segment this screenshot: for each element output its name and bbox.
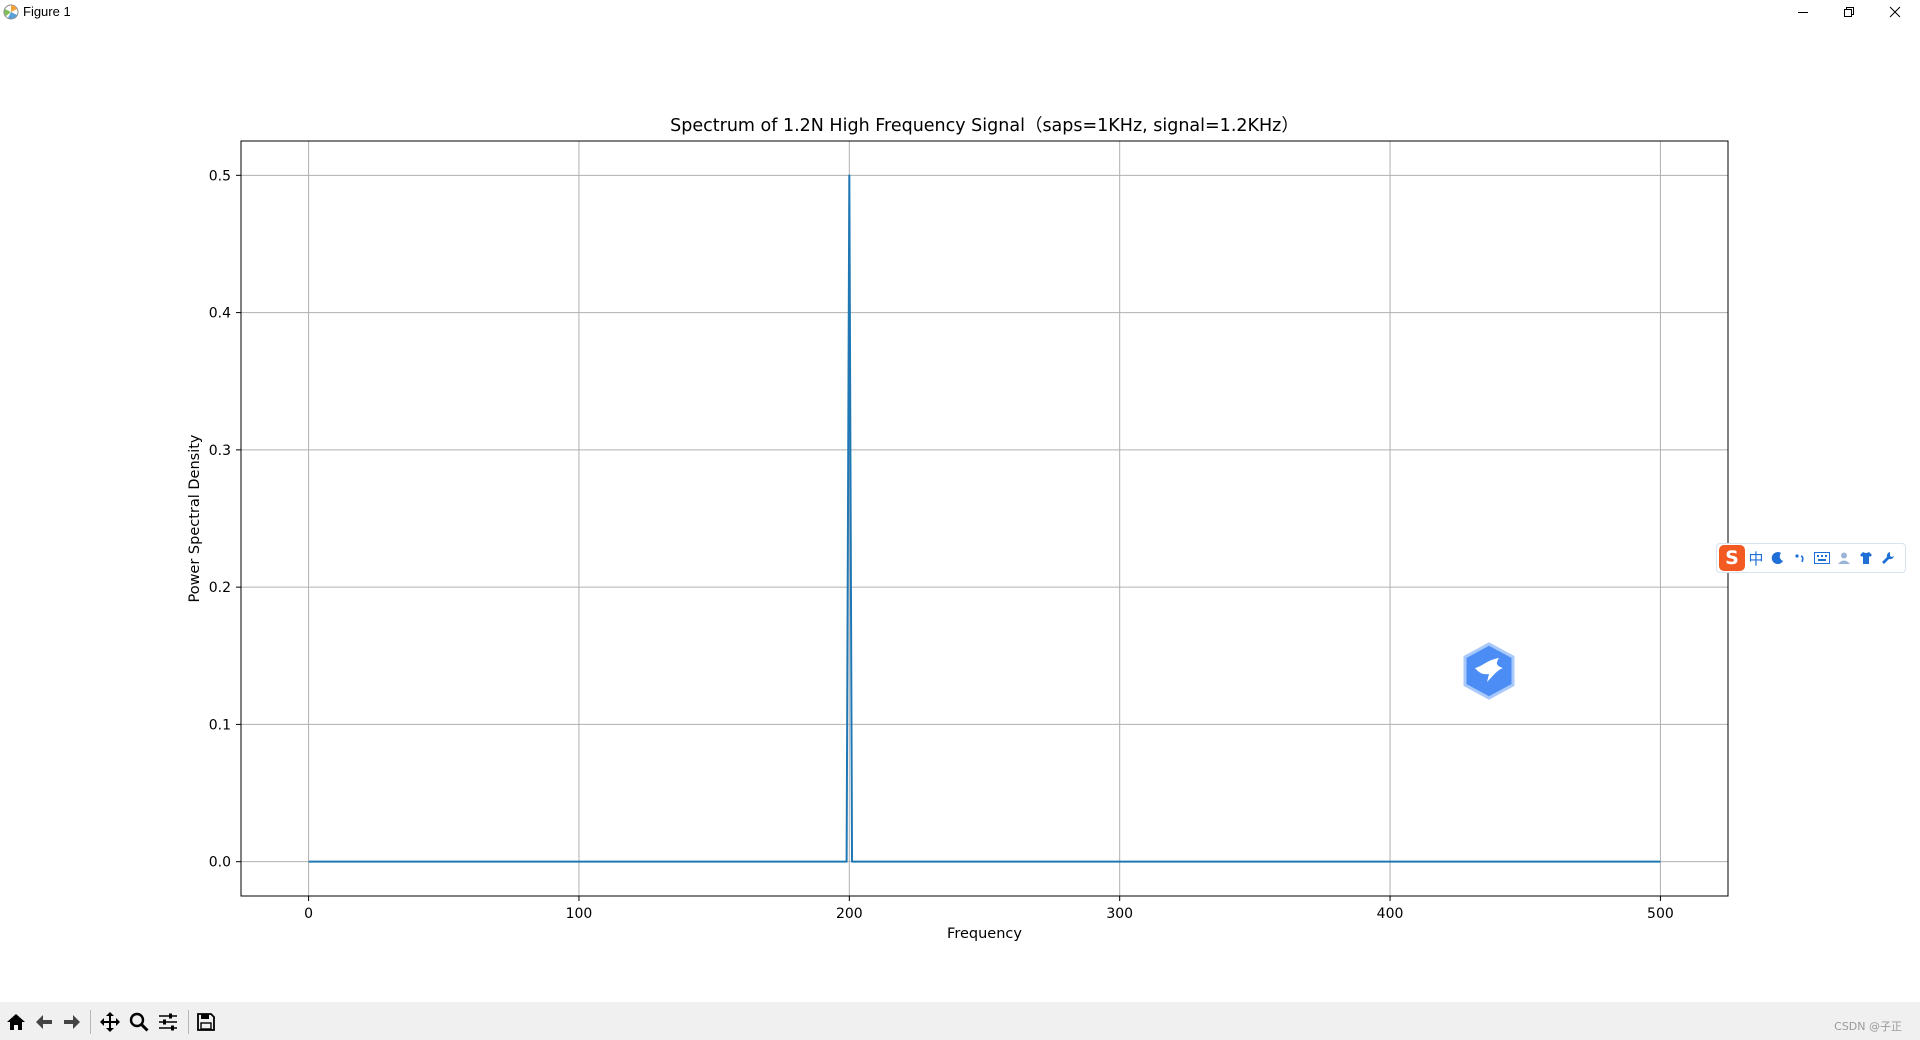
- sliders-icon: [159, 1013, 177, 1031]
- close-button[interactable]: [1872, 0, 1918, 24]
- data-line: [308, 174, 1661, 863]
- ime-toolbar[interactable]: S 中: [1716, 543, 1906, 573]
- configure-subplots-button[interactable]: [155, 1010, 181, 1034]
- minimize-button[interactable]: [1780, 0, 1826, 24]
- toolbar-separator: [188, 1010, 189, 1034]
- arrow-right-icon: [64, 1015, 80, 1029]
- wrench-icon[interactable]: [1877, 547, 1899, 569]
- zoom-button[interactable]: [126, 1010, 152, 1034]
- grid-lines: [241, 141, 1728, 896]
- floppy-disk-icon: [197, 1013, 215, 1031]
- x-tick-label: 0: [304, 906, 313, 922]
- move-icon: [100, 1012, 120, 1032]
- floating-assistant-badge[interactable]: [1461, 642, 1517, 700]
- x-tick-label: 400: [1377, 906, 1404, 922]
- keyboard-icon[interactable]: [1811, 547, 1833, 569]
- navigation-toolbar: CSDN @子正: [0, 1002, 1920, 1040]
- arrow-left-icon: [36, 1015, 52, 1029]
- restore-button[interactable]: [1826, 0, 1872, 24]
- home-button[interactable]: [3, 1010, 29, 1034]
- sogou-logo-icon[interactable]: S: [1719, 545, 1745, 571]
- chart-title: Spectrum of 1.2N High Frequency Signal（s…: [670, 116, 1299, 136]
- y-tick-label: 0.3: [209, 443, 231, 459]
- x-tick-label: 100: [566, 906, 593, 922]
- x-tick-label: 200: [836, 906, 863, 922]
- y-axis-label: Power Spectral Density: [187, 434, 203, 602]
- x-tick-label: 300: [1106, 906, 1133, 922]
- close-icon: [1889, 6, 1901, 18]
- shirt-icon[interactable]: [1855, 547, 1877, 569]
- window-title: Figure 1: [23, 4, 71, 19]
- matplotlib-app-icon: [3, 4, 19, 20]
- minimize-icon: [1798, 12, 1808, 13]
- plot-series: [308, 174, 1661, 863]
- forward-button[interactable]: [59, 1010, 85, 1034]
- y-tick-label: 0.1: [209, 717, 231, 733]
- moon-icon[interactable]: [1767, 547, 1789, 569]
- x-tick-label: 500: [1647, 906, 1674, 922]
- y-tick-label: 0.5: [209, 168, 231, 184]
- restore-icon: [1844, 7, 1854, 17]
- save-button[interactable]: [193, 1010, 219, 1034]
- y-tick-label: 0.2: [209, 580, 231, 596]
- y-tick-label: 0.4: [209, 306, 231, 322]
- watermark-text: CSDN @子正: [1834, 1020, 1902, 1033]
- window-titlebar: Figure 1: [0, 0, 1920, 24]
- ime-mode-toggle[interactable]: 中: [1745, 547, 1767, 569]
- home-icon: [7, 1014, 25, 1030]
- user-icon[interactable]: [1833, 547, 1855, 569]
- x-axis-label: Frequency: [947, 926, 1022, 942]
- back-button[interactable]: [31, 1010, 57, 1034]
- figure-canvas[interactable]: 0 100 200 300 400 500 0.0 0.1 0.2 0.3 0.4 0.5 Spect…: [0, 24, 1920, 1002]
- pan-button[interactable]: [97, 1010, 123, 1034]
- axis-ticks: 0 100 200 300 400 500 0.0 0.1 0.2 0.3 0.4 0.5: [209, 168, 1674, 922]
- punctuation-icon[interactable]: [1789, 547, 1811, 569]
- magnifier-icon: [129, 1012, 149, 1032]
- y-tick-label: 0.0: [209, 855, 231, 871]
- axes-frame: [240, 140, 1729, 897]
- toolbar-separator: [90, 1010, 91, 1034]
